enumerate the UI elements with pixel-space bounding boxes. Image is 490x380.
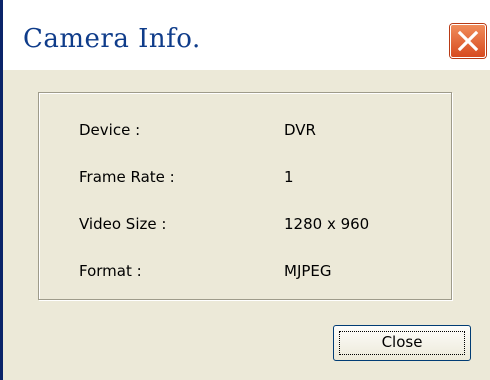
video-size-value: 1280 x 960 [284, 215, 370, 233]
device-label: Device : [79, 121, 141, 139]
format-label: Format : [79, 262, 142, 280]
title-bar[interactable]: Camera Info. [3, 20, 490, 70]
camera-info-dialog: Camera Info. Device : DVR Frame Rate : 1… [0, 0, 490, 380]
info-groupbox: Device : DVR Frame Rate : 1 Video Size :… [38, 92, 452, 300]
close-icon [457, 30, 479, 52]
close-button[interactable]: Close [333, 325, 471, 361]
video-size-label: Video Size : [79, 215, 167, 233]
frame-rate-label: Frame Rate : [79, 168, 175, 186]
format-value: MJPEG [284, 262, 332, 280]
device-value: DVR [284, 121, 316, 139]
window-title: Camera Info. [23, 24, 201, 54]
window-top-strip [3, 0, 490, 20]
close-button-label: Close [381, 333, 423, 351]
frame-rate-value: 1 [284, 168, 294, 186]
title-close-button[interactable] [450, 24, 486, 58]
dialog-content: Device : DVR Frame Rate : 1 Video Size :… [13, 70, 490, 380]
